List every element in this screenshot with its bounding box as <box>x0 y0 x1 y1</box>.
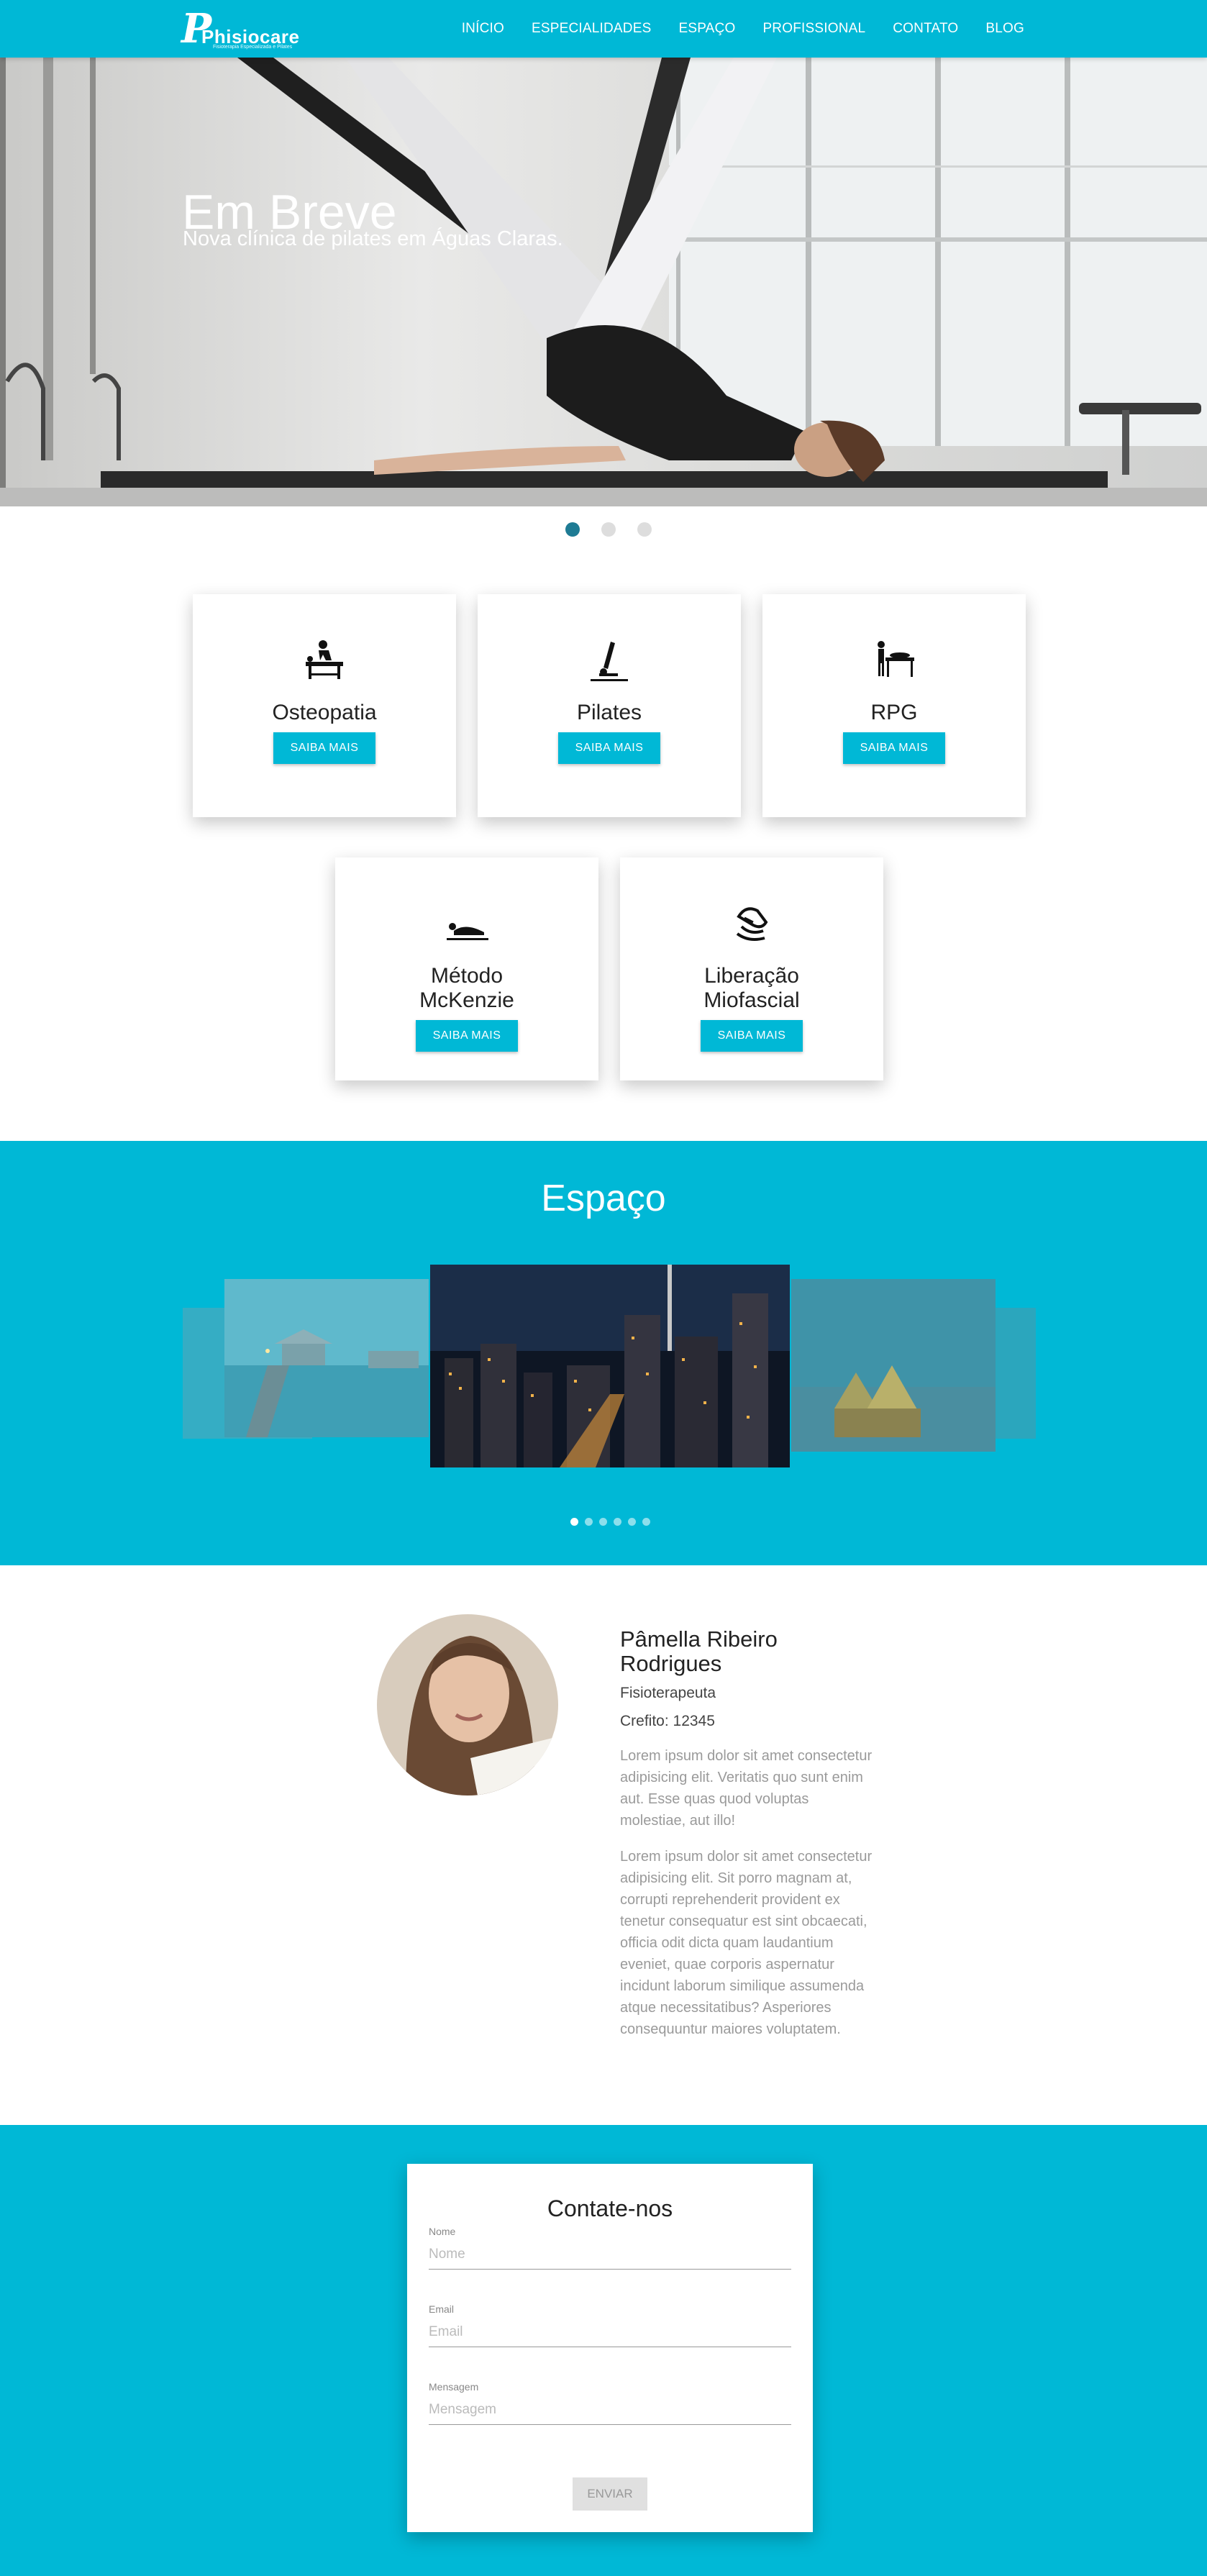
gallery-slide-cabin[interactable] <box>791 1279 996 1452</box>
service-title: RPG <box>870 701 918 724</box>
email-field[interactable] <box>429 2318 791 2347</box>
service-card-pilates: Pilates SAIBA MAIS <box>478 594 741 817</box>
hero-dot-3[interactable] <box>637 522 652 537</box>
saiba-mais-button[interactable]: SAIBA MAIS <box>558 732 660 764</box>
service-title-line1: Método <box>430 964 504 988</box>
profile-bio-paragraph-1: Lorem ipsum dolor sit amet consectetur a… <box>620 1748 873 1829</box>
contact-form: Contate-nos Nome Email Mensagem ENVIAR <box>407 2164 813 2532</box>
saiba-mais-button[interactable]: SAIBA MAIS <box>843 732 945 764</box>
myofascial-icon <box>736 907 768 941</box>
hero-subtitle: Nova clínica de pilates em Águas Claras. <box>183 227 563 250</box>
profile-bio-paragraph-2: Lorem ipsum dolor sit amet consectetur a… <box>620 1849 873 2037</box>
espaco-section: Espaço <box>0 1141 1207 1565</box>
menu-item-especialidades[interactable]: ESPECIALIDADES <box>532 21 651 37</box>
message-label: Mensagem <box>429 2381 479 2393</box>
service-title-line2: McKenzie <box>419 988 514 1012</box>
main-menu: INÍCIO ESPECIALIDADES ESPAÇO PROFISSIONA… <box>462 0 1024 58</box>
saiba-mais-button[interactable]: SAIBA MAIS <box>701 1020 803 1052</box>
hero-dot-2[interactable] <box>601 522 616 537</box>
service-card-mckenzie: Método McKenzie SAIBA MAIS <box>335 857 598 1080</box>
gallery-dot-2[interactable] <box>585 1518 593 1526</box>
gallery-dot-4[interactable] <box>614 1518 621 1526</box>
gallery-slide-city-night[interactable] <box>430 1265 790 1467</box>
hero-image-pilates-woman <box>0 58 1207 506</box>
top-navbar: P Phisiocare Fisioterapia Especializada … <box>0 0 1207 58</box>
send-button[interactable]: ENVIAR <box>573 2477 647 2511</box>
service-title: Osteopatia <box>272 701 377 724</box>
service-title-line2: Miofascial <box>703 988 800 1012</box>
profile-crefito: Crefito: 12345 <box>620 1713 715 1729</box>
gallery-slide-pier[interactable] <box>224 1279 429 1437</box>
pilates-icon <box>591 642 628 681</box>
service-card-osteopatia: Osteopatia SAIBA MAIS <box>193 594 456 817</box>
brand-logo[interactable]: P Phisiocare Fisioterapia Especializada … <box>181 6 299 52</box>
service-card-rpg: RPG SAIBA MAIS <box>762 594 1026 817</box>
menu-item-espaco[interactable]: ESPAÇO <box>678 21 735 37</box>
name-field[interactable] <box>429 2240 791 2270</box>
service-title: Pilates <box>576 701 642 724</box>
profile-name: Pâmella Ribeiro Rodrigues <box>620 1626 778 1676</box>
osteopathy-icon <box>306 640 343 679</box>
profile-role: Fisioterapeuta <box>620 1685 716 1701</box>
saiba-mais-button[interactable]: SAIBA MAIS <box>273 732 375 764</box>
gallery-dot-5[interactable] <box>628 1518 636 1526</box>
message-field[interactable] <box>429 2395 791 2425</box>
email-label: Email <box>429 2303 455 2315</box>
menu-item-inicio[interactable]: INÍCIO <box>462 21 504 37</box>
hero-slider[interactable]: Em Breve Nova clínica de pilates em Água… <box>0 58 1207 506</box>
gallery-dot-3[interactable] <box>599 1518 607 1526</box>
profile-avatar <box>377 1614 558 1796</box>
gallery-dot-6[interactable] <box>642 1518 650 1526</box>
service-title-line1: Liberação <box>704 964 799 988</box>
menu-item-blog[interactable]: BLOG <box>985 21 1024 37</box>
menu-item-profissional[interactable]: PROFISSIONAL <box>762 21 865 37</box>
name-label: Nome <box>429 2226 456 2237</box>
rpg-icon <box>878 641 914 677</box>
logo-tagline: Fisioterapia Especializada e Pilates <box>213 45 293 50</box>
contact-title: Contate-nos <box>547 2195 673 2221</box>
gallery-dot-1[interactable] <box>570 1518 578 1526</box>
hero-dot-1[interactable] <box>565 522 580 537</box>
service-card-liberacao-miofascial: Liberação Miofascial SAIBA MAIS <box>620 857 883 1080</box>
mckenzie-icon <box>447 923 488 940</box>
saiba-mais-button[interactable]: SAIBA MAIS <box>416 1020 518 1052</box>
menu-item-contato[interactable]: CONTATO <box>893 21 958 37</box>
espaco-title: Espaço <box>541 1178 666 1219</box>
gallery-dots <box>570 1518 650 1526</box>
hero-slider-dots <box>565 522 652 537</box>
